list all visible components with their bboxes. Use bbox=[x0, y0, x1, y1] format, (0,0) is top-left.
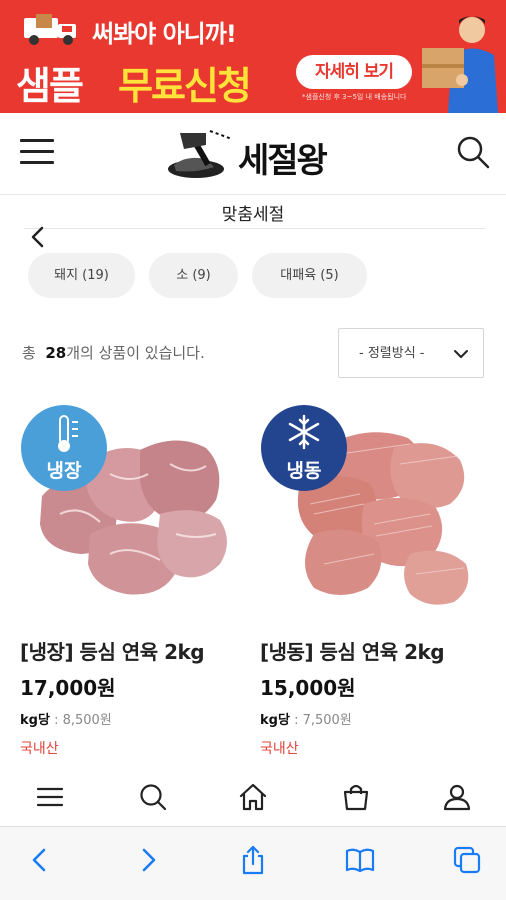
product-count: 총 28개의 상품이 있습니다. bbox=[22, 342, 205, 363]
forward-icon[interactable] bbox=[133, 845, 163, 875]
bookmarks-icon[interactable] bbox=[345, 845, 375, 875]
unit-price: kg당 : 8,500원 bbox=[20, 709, 112, 728]
menu-icon[interactable] bbox=[35, 782, 65, 812]
divider bbox=[24, 228, 486, 229]
chip-pork[interactable]: 돼지 (19) bbox=[28, 253, 135, 298]
logo-text: 세절왕 bbox=[238, 141, 328, 181]
promo-banner[interactable]: 써봐야 아니까! 샘플 무료신청 자세히 보기 *샘플신청 후 3~5일 내 배… bbox=[0, 0, 506, 113]
banner-headline: 써봐야 아니까! bbox=[92, 20, 237, 48]
product-price: 17,000원 bbox=[20, 676, 116, 700]
banner-title-free: 무료신청 bbox=[118, 64, 252, 108]
back-icon[interactable] bbox=[25, 845, 55, 875]
product-name[interactable]: [냉동] 등심 연육 2kg bbox=[260, 636, 445, 665]
user-icon[interactable] bbox=[442, 782, 472, 812]
tabs-icon[interactable] bbox=[452, 845, 482, 875]
share-icon[interactable] bbox=[238, 845, 268, 875]
count-prefix: 총 bbox=[22, 344, 36, 362]
product-image[interactable]: 냉동 bbox=[260, 404, 492, 612]
unit-price-value: : 8,500원 bbox=[54, 713, 112, 728]
chevron-left-icon[interactable] bbox=[28, 222, 48, 252]
product-origin: 국내산 bbox=[20, 741, 59, 757]
unit-price-value: : 7,500원 bbox=[294, 713, 352, 728]
unit-label: kg당 bbox=[260, 713, 290, 728]
banner-note: *샘플신청 후 3~5일 내 배송됩니다 bbox=[302, 93, 407, 101]
logo-cleaver-icon bbox=[168, 130, 233, 178]
banner-detail-button[interactable]: 자세히 보기 bbox=[296, 55, 412, 89]
site-header: 세절왕 bbox=[0, 113, 506, 195]
search-icon[interactable] bbox=[138, 782, 168, 812]
bottom-tab-bar bbox=[0, 770, 506, 826]
count-value: 28 bbox=[45, 344, 67, 362]
search-icon[interactable] bbox=[456, 135, 490, 169]
sort-select[interactable]: - 정렬방식 - bbox=[338, 328, 484, 378]
shopping-bag-icon[interactable] bbox=[341, 782, 371, 812]
product-name[interactable]: [냉장] 등심 연육 2kg bbox=[20, 636, 205, 665]
delivery-truck-icon bbox=[24, 14, 76, 45]
unit-price: kg당 : 7,500원 bbox=[260, 709, 352, 728]
unit-label: kg당 bbox=[20, 713, 50, 728]
delivery-person-illustration bbox=[422, 16, 498, 113]
chip-sliced-meat[interactable]: 대패육 (5) bbox=[252, 253, 367, 298]
page-title: 맞춤세절 bbox=[221, 205, 285, 225]
badge-frozen: 냉동 bbox=[287, 460, 322, 482]
browser-toolbar bbox=[0, 826, 506, 900]
badge-chilled: 냉장 bbox=[47, 460, 82, 482]
sort-label: - 정렬방식 - bbox=[359, 346, 425, 361]
product-price: 15,000원 bbox=[260, 676, 356, 700]
home-icon[interactable] bbox=[238, 782, 268, 812]
product-origin: 국내산 bbox=[260, 741, 299, 757]
chip-beef[interactable]: 소 (9) bbox=[149, 253, 238, 298]
menu-icon[interactable] bbox=[20, 139, 54, 167]
banner-title-sample: 샘플 bbox=[16, 64, 84, 108]
chevron-down-icon bbox=[454, 350, 468, 358]
count-suffix: 개의 상품이 있습니다. bbox=[66, 344, 205, 362]
site-logo[interactable]: 세절왕 bbox=[166, 123, 346, 183]
product-card[interactable]: 냉장 [냉장] 등심 연육 2kg 17,000원 kg당 : 8,500원 국… bbox=[20, 404, 252, 764]
product-card[interactable]: 냉동 [냉동] 등심 연육 2kg 15,000원 kg당 : 7,500원 국… bbox=[260, 404, 492, 764]
product-image[interactable]: 냉장 bbox=[20, 404, 252, 612]
